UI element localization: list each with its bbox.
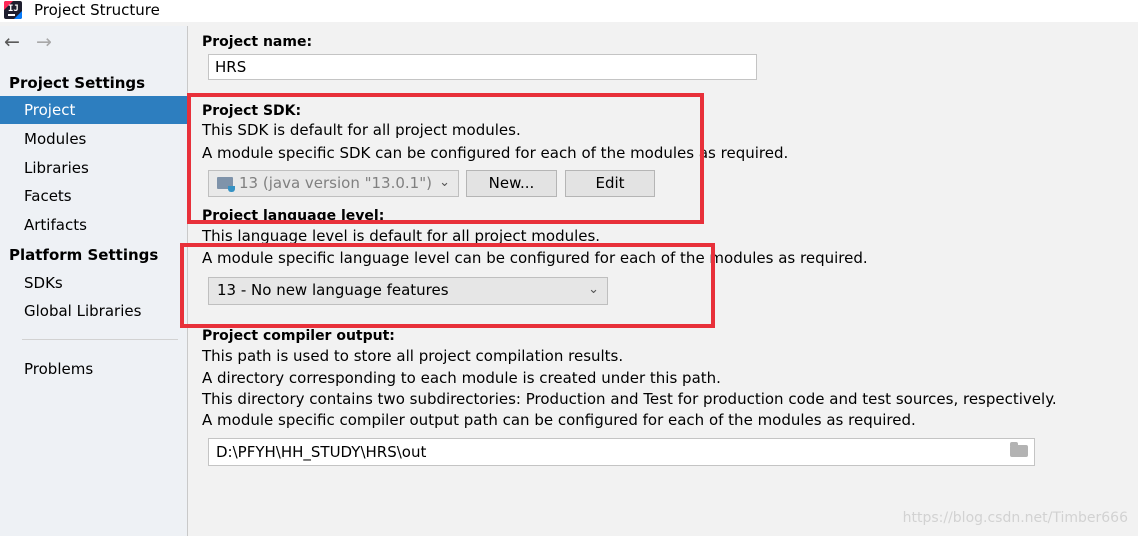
sidebar-item-global-libraries[interactable]: Global Libraries [0,297,187,325]
project-name-input[interactable]: HRS [208,54,757,80]
forward-arrow-icon[interactable]: → [36,32,56,52]
compiler-output-desc-1: This path is used to store all project c… [202,347,624,365]
sidebar-item-artifacts[interactable]: Artifacts [0,211,187,239]
compiler-output-desc-3: This directory contains two subdirectori… [202,390,1057,408]
intellij-logo-icon: IJ [4,1,22,19]
compiler-output-label: Project compiler output: [202,328,395,344]
highlight-box-language-level [180,243,715,328]
project-name-label: Project name: [202,34,313,50]
compiler-output-desc-4: A module specific compiler output path c… [202,411,916,429]
compiler-output-desc-2: A directory corresponding to each module… [202,369,721,387]
window-title: Project Structure [34,1,160,19]
sidebar-divider [22,339,178,340]
back-arrow-icon[interactable]: ← [4,32,24,52]
project-settings-header: Project Settings [9,74,146,92]
browse-folder-icon[interactable] [1010,442,1028,457]
sidebar: ← → Project Settings Project Modules Lib… [0,26,188,536]
platform-settings-header: Platform Settings [9,246,159,264]
watermark: https://blog.csdn.net/Timber666 [902,510,1128,526]
sidebar-item-libraries[interactable]: Libraries [0,154,187,182]
highlight-box-sdk [187,93,704,224]
sidebar-item-modules[interactable]: Modules [0,125,187,153]
title-bar: IJ Project Structure [0,0,1138,22]
compiler-output-path-input[interactable]: D:\PFYH\HH_STUDY\HRS\out [208,438,1035,466]
sidebar-item-sdks[interactable]: SDKs [0,269,187,297]
sidebar-item-problems[interactable]: Problems [0,355,187,383]
compiler-output-path-value: D:\PFYH\HH_STUDY\HRS\out [216,443,427,461]
sidebar-item-project[interactable]: Project [0,96,187,124]
sidebar-item-facets[interactable]: Facets [0,182,187,210]
